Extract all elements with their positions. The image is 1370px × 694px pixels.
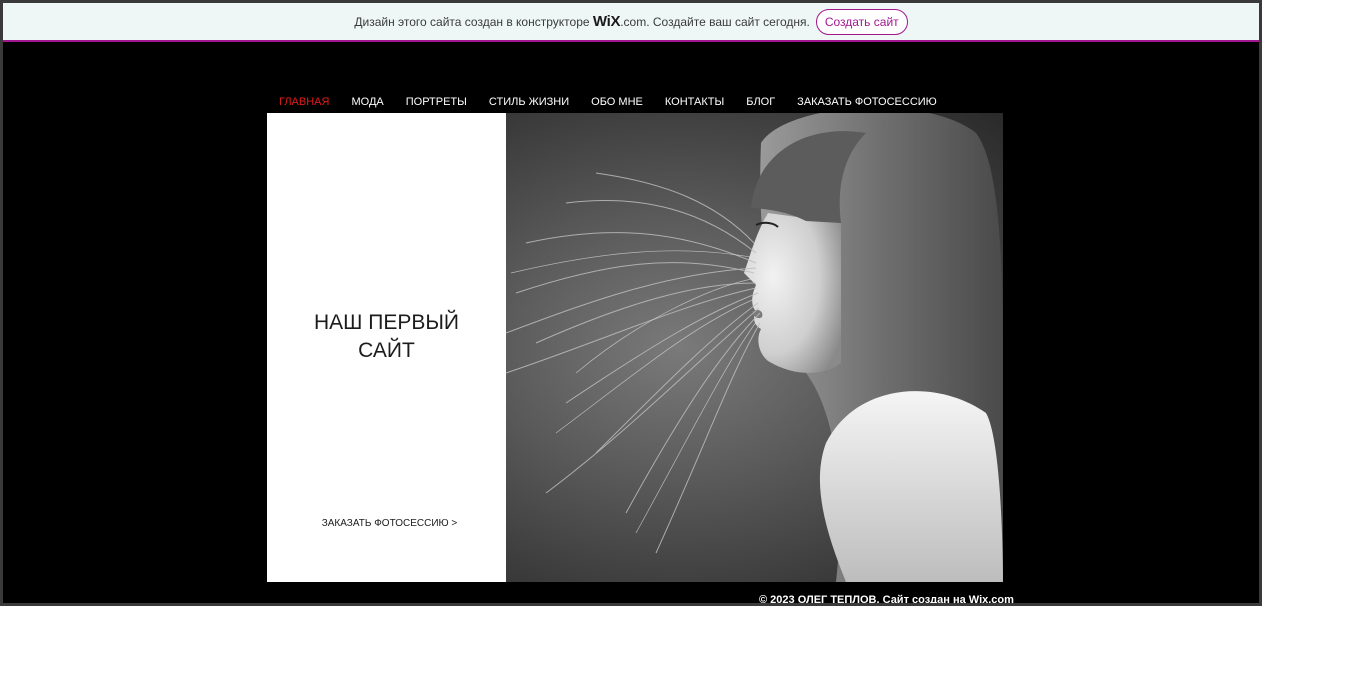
hero-title: НАШ ПЕРВЫЙ САЙТ [267,309,506,365]
hero-text-panel: НАШ ПЕРВЫЙ САЙТ ЗАКАЗАТЬ ФОТОСЕССИЮ > [267,113,506,582]
nav-item-blog[interactable]: БЛОГ [735,96,786,108]
footer-copyright: © 2023 ОЛЕГ ТЕПЛОВ. Сайт создан на Wix.c… [759,594,1014,606]
nav-item-home[interactable]: ГЛАВНАЯ [268,96,340,108]
nav-item-contacts[interactable]: КОНТАКТЫ [654,96,735,108]
nav-item-fashion[interactable]: МОДА [340,96,394,108]
nav-item-about[interactable]: ОБО МНЕ [580,96,654,108]
wix-logo-suffix: .com. [620,15,650,29]
wix-ad-banner: Дизайн этого сайта создан в конструкторе… [3,3,1259,42]
browser-viewport: Дизайн этого сайта создан в конструкторе… [0,0,1262,606]
hero-title-line-1: НАШ ПЕРВЫЙ [313,311,460,334]
banner-text: Дизайн этого сайта создан в конструкторе… [354,13,809,30]
book-photoshoot-link[interactable]: ЗАКАЗАТЬ ФОТОСЕССИЮ > [267,518,512,529]
wix-logo[interactable]: WiX [593,13,621,30]
banner-text-before: Дизайн этого сайта создан в конструкторе [354,15,590,29]
create-site-button[interactable]: Создать сайт [815,8,908,35]
main-nav: ГЛАВНАЯ МОДА ПОРТРЕТЫ СТИЛЬ ЖИЗНИ ОБО МН… [268,91,948,113]
portrait-illustration [506,113,1003,582]
hero-title-line-2: САЙТ [358,339,415,362]
nav-item-book-photoshoot[interactable]: ЗАКАЗАТЬ ФОТОСЕССИЮ [786,96,948,108]
banner-text-after: Создайте ваш сайт сегодня. [652,15,810,29]
nav-item-lifestyle[interactable]: СТИЛЬ ЖИЗНИ [478,96,580,108]
hero-photo [506,113,1003,582]
nav-item-portraits[interactable]: ПОРТРЕТЫ [395,96,478,108]
